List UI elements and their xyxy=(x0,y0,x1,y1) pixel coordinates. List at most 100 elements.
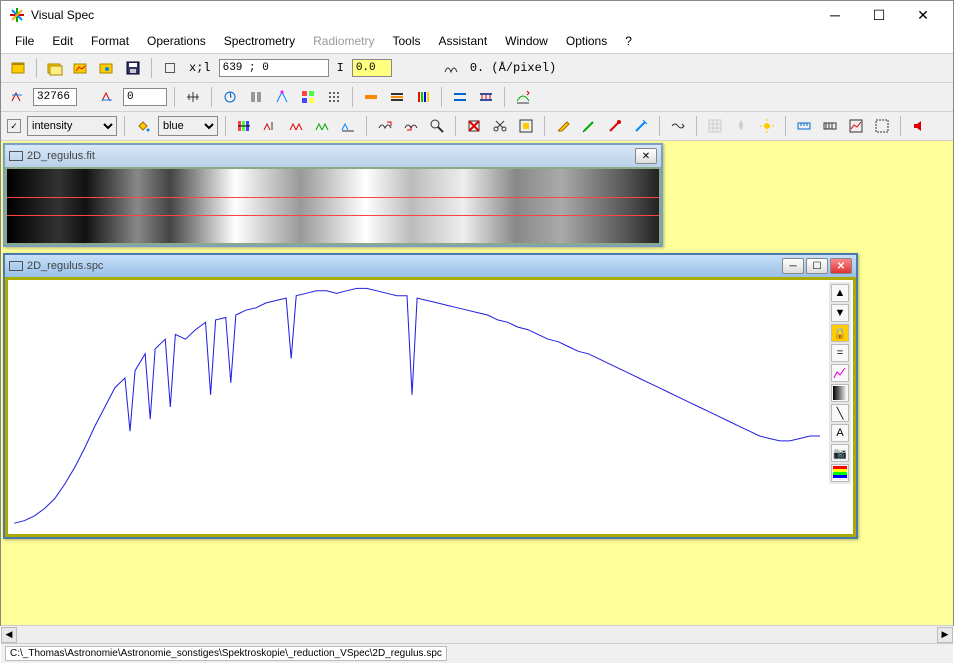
s-tool-1[interactable] xyxy=(233,115,255,137)
toolbar-file: x;l I 0. (Å/pixel) xyxy=(1,54,953,83)
s-tool-4[interactable] xyxy=(311,115,333,137)
threshold-high-icon[interactable] xyxy=(7,86,29,108)
ruler-a-button[interactable] xyxy=(793,115,815,137)
plot-side-toolbar: ▲ ▼ 🔒 = ╲ A 📷 xyxy=(829,282,851,484)
window-spc[interactable]: 2D_regulus.spc ─ ☐ ✕ ▲ ▼ 🔒 = ╲ A 📷 xyxy=(3,253,858,539)
intensity-value-input[interactable] xyxy=(352,59,392,77)
status-bar: C:\_Thomas\Astronomie\Astronomie_sonstig… xyxy=(1,643,953,663)
crop-button[interactable] xyxy=(515,115,537,137)
menu-format[interactable]: Format xyxy=(83,31,137,51)
series-select[interactable]: intensity xyxy=(27,116,117,136)
sound-button[interactable] xyxy=(908,115,930,137)
tool-d1[interactable] xyxy=(512,86,534,108)
tool-c1[interactable] xyxy=(449,86,471,108)
s-tool-2[interactable] xyxy=(259,115,281,137)
menu-file[interactable]: File xyxy=(7,31,42,51)
intensity-label: I xyxy=(333,61,348,75)
paintbucket-button[interactable] xyxy=(132,115,154,137)
menu-assistant[interactable]: Assistant xyxy=(430,31,495,51)
s-tool-5[interactable] xyxy=(337,115,359,137)
rainbow-icon[interactable] xyxy=(831,464,849,482)
menu-help[interactable]: ? xyxy=(617,31,640,51)
scroll-left-icon[interactable]: ◀ xyxy=(1,627,17,643)
tool-a3[interactable] xyxy=(245,86,267,108)
menu-spectrometry[interactable]: Spectrometry xyxy=(216,31,303,51)
text-icon[interactable]: A xyxy=(831,424,849,442)
menu-options[interactable]: Options xyxy=(558,31,615,51)
tool-b1[interactable] xyxy=(360,86,382,108)
spectrum-plot[interactable] xyxy=(8,280,853,534)
menu-tools[interactable]: Tools xyxy=(384,31,428,51)
new-button[interactable] xyxy=(7,57,29,79)
maximize-button[interactable]: ☐ xyxy=(857,1,901,29)
window-spc-close-button[interactable]: ✕ xyxy=(830,258,852,274)
threshold-high-input[interactable] xyxy=(33,88,77,106)
app-icon xyxy=(9,7,25,23)
tool-b2[interactable] xyxy=(386,86,408,108)
tool-a2[interactable] xyxy=(219,86,241,108)
cursor-up-icon[interactable]: ▲ xyxy=(831,284,849,302)
zoom-button[interactable] xyxy=(426,115,448,137)
cursor-value-input[interactable] xyxy=(219,59,329,77)
menu-bar: FileEditFormatOperationsSpectrometryRadi… xyxy=(1,29,953,54)
window-spc-max-button[interactable]: ☐ xyxy=(806,258,828,274)
menu-operations[interactable]: Operations xyxy=(139,31,214,51)
s-tool-7[interactable] xyxy=(400,115,422,137)
pencil-button[interactable] xyxy=(552,115,574,137)
ruler-b-button[interactable] xyxy=(819,115,841,137)
workspace-hscroll[interactable]: ◀ ▶ xyxy=(1,625,953,643)
gradient-icon[interactable] xyxy=(831,384,849,402)
sampling-label: 0. (Å/pixel) xyxy=(466,61,560,75)
erase-button[interactable] xyxy=(463,115,485,137)
toolbar-threshold xyxy=(1,83,953,112)
menu-window[interactable]: Window xyxy=(497,31,556,51)
checkbox-button[interactable] xyxy=(159,57,181,79)
draw-c-button[interactable] xyxy=(630,115,652,137)
dotted-button[interactable] xyxy=(871,115,893,137)
window-spc-min-button[interactable]: ─ xyxy=(782,258,804,274)
tool-a5[interactable] xyxy=(297,86,319,108)
grid-button[interactable] xyxy=(704,115,726,137)
toolbar-series: ✓ intensity blue xyxy=(1,112,953,141)
window-fit-close-button[interactable]: ✕ xyxy=(635,148,657,164)
open-image-button[interactable] xyxy=(44,57,66,79)
flow-button[interactable] xyxy=(667,115,689,137)
scroll-right-icon[interactable]: ▶ xyxy=(937,627,953,643)
s-tool-6[interactable] xyxy=(374,115,396,137)
window-fit[interactable]: 2D_regulus.fit ✕ xyxy=(3,143,663,247)
menu-edit[interactable]: Edit xyxy=(44,31,81,51)
draw-b-button[interactable] xyxy=(604,115,626,137)
tool-a6[interactable] xyxy=(323,86,345,108)
cursor-label: x;l xyxy=(185,61,215,75)
graph-button[interactable] xyxy=(845,115,867,137)
open-profile-button[interactable] xyxy=(70,57,92,79)
save-button[interactable] xyxy=(122,57,144,79)
equals-icon[interactable]: = xyxy=(831,344,849,362)
tool-b3[interactable] xyxy=(412,86,434,108)
minimize-button[interactable]: ─ xyxy=(813,1,857,29)
window-fit-title: 2D_regulus.fit xyxy=(27,150,633,162)
chart-icon[interactable] xyxy=(831,364,849,382)
cut-button[interactable] xyxy=(489,115,511,137)
threshold-low-icon[interactable] xyxy=(97,86,119,108)
line-icon[interactable]: ╲ xyxy=(831,404,849,422)
cursor-down-icon[interactable]: ▼ xyxy=(831,304,849,322)
spectrum-image[interactable] xyxy=(7,169,659,243)
threshold-low-input[interactable] xyxy=(123,88,167,106)
window-icon xyxy=(9,151,23,161)
draw-a-button[interactable] xyxy=(578,115,600,137)
close-button[interactable]: ✕ xyxy=(901,1,945,29)
drop-button[interactable] xyxy=(730,115,752,137)
sampling-icon xyxy=(440,57,462,79)
mdi-workspace: 2D_regulus.fit ✕ 2D_regulus.spc ─ ☐ ✕ ▲ … xyxy=(1,141,953,625)
sun-button[interactable] xyxy=(756,115,778,137)
window-spc-title: 2D_regulus.spc xyxy=(27,260,780,272)
tool-c2[interactable] xyxy=(475,86,497,108)
open-reference-button[interactable] xyxy=(96,57,118,79)
camera-icon[interactable]: 📷 xyxy=(831,444,849,462)
s-tool-3[interactable] xyxy=(285,115,307,137)
color-select[interactable]: blue xyxy=(158,116,218,136)
tool-a1[interactable] xyxy=(182,86,204,108)
tool-a4[interactable] xyxy=(271,86,293,108)
lock-icon[interactable]: 🔒 xyxy=(831,324,849,342)
